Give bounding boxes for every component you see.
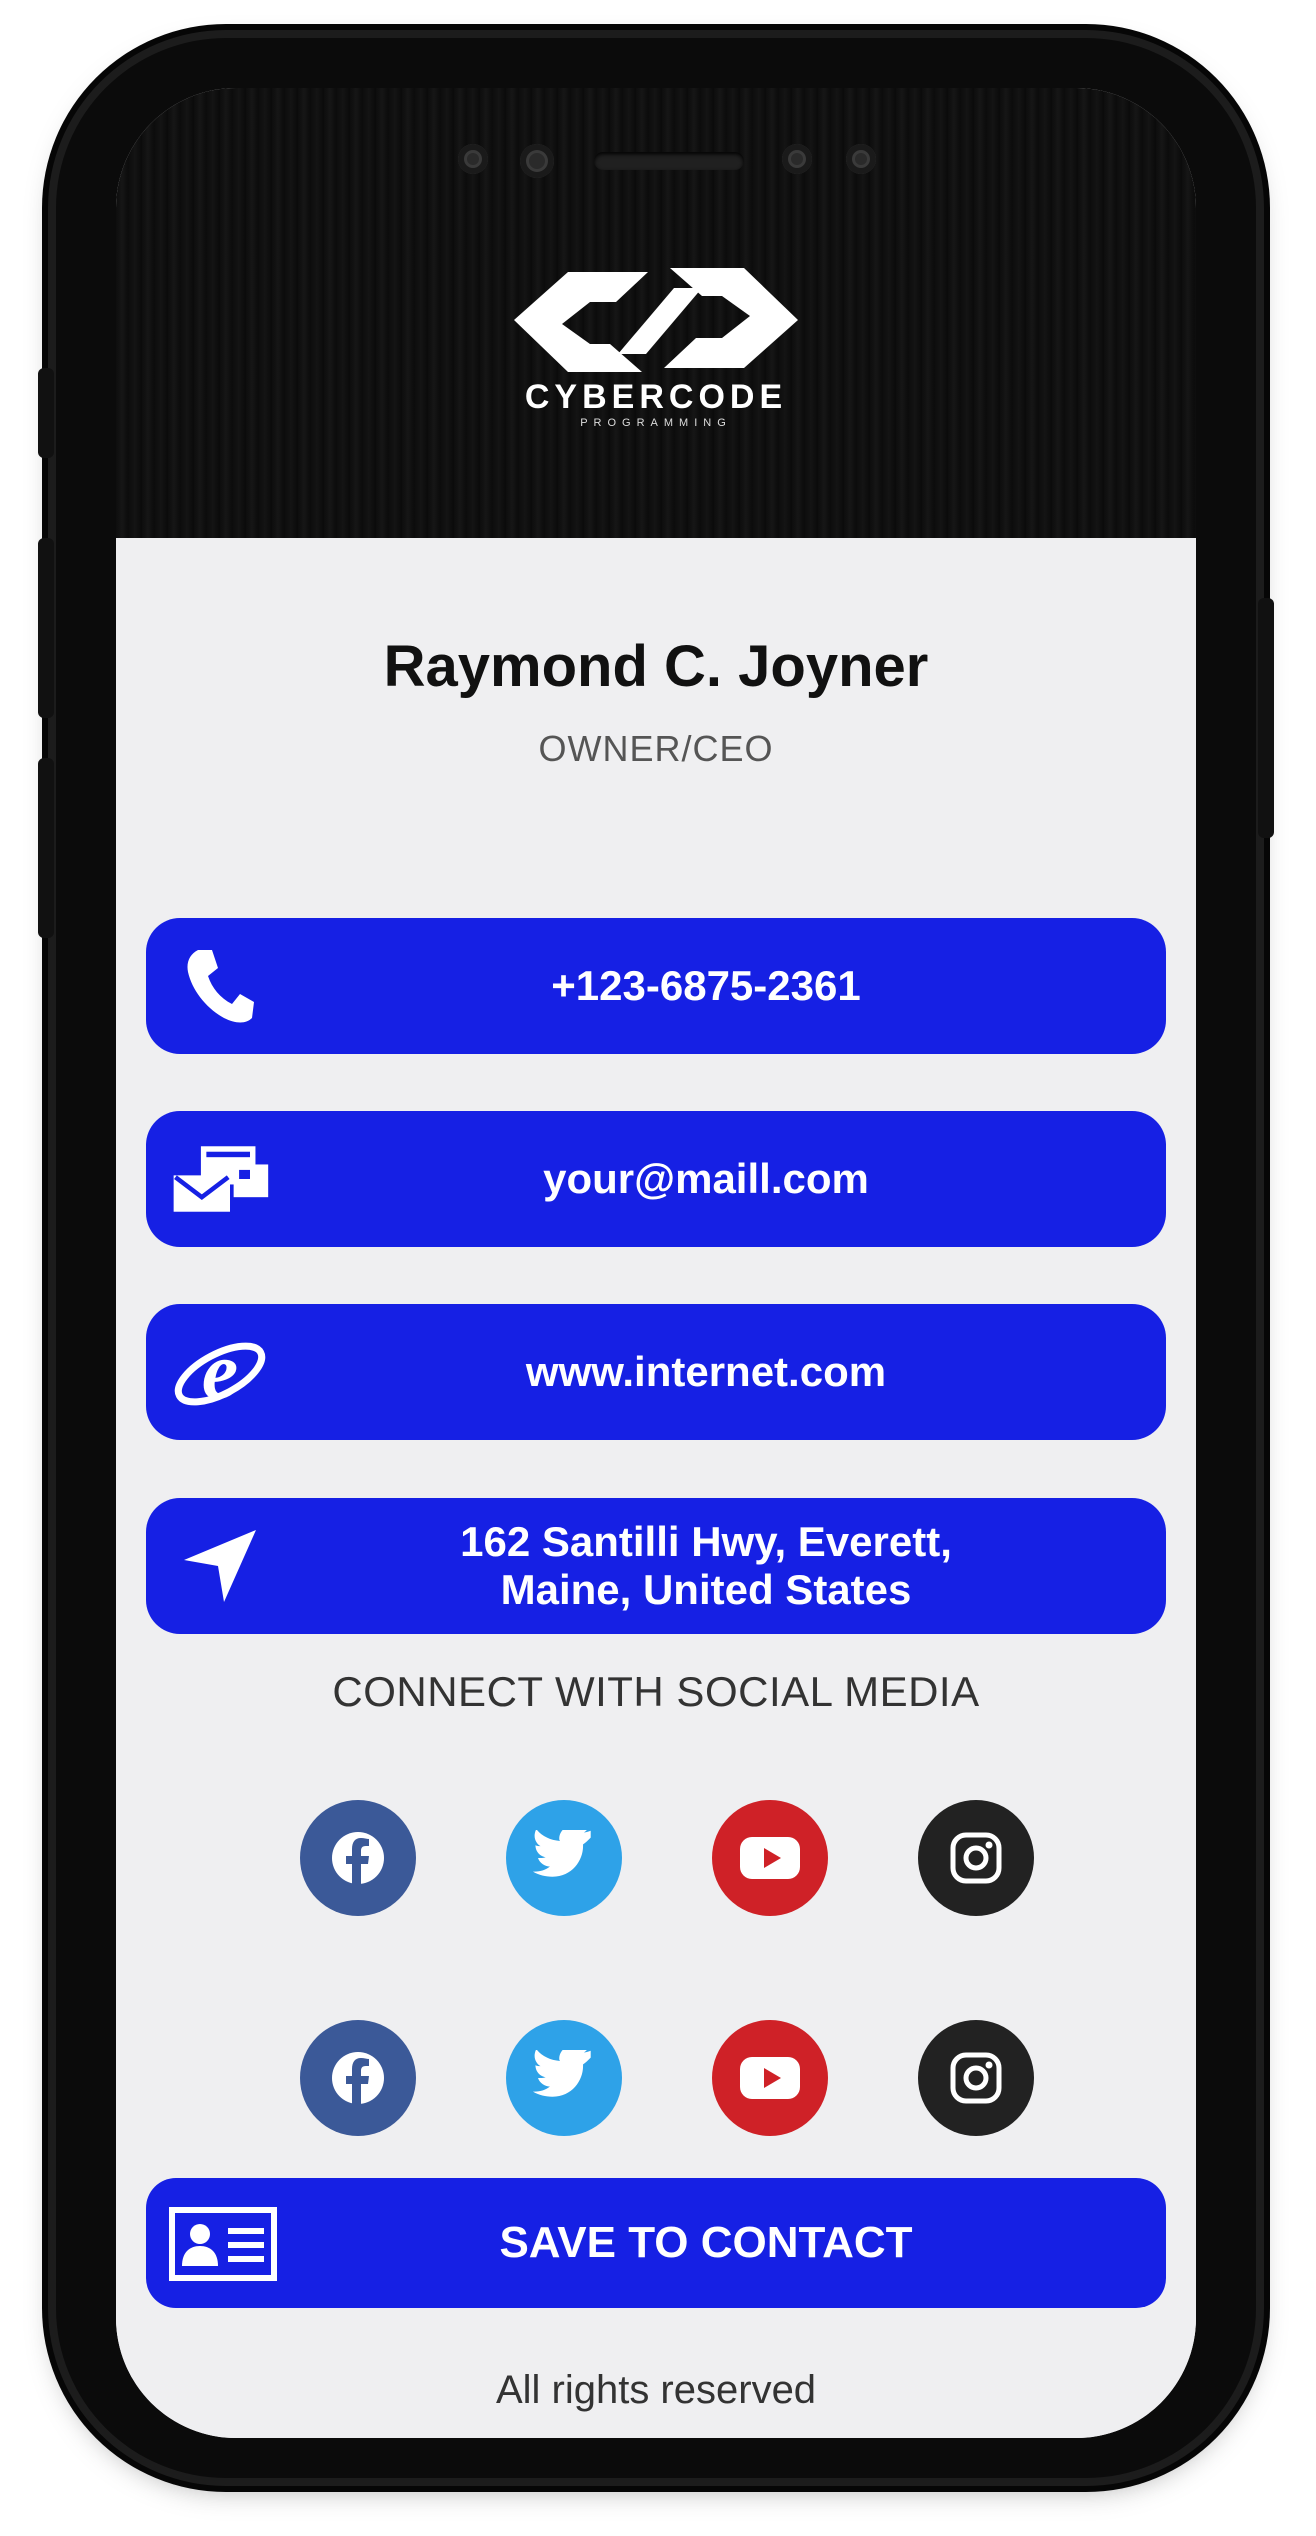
twitter-link[interactable] xyxy=(506,1800,622,1916)
youtube-icon xyxy=(740,1837,800,1879)
instagram-link[interactable] xyxy=(918,1800,1034,1916)
code-logo-icon xyxy=(514,268,798,372)
internet-explorer-icon: e xyxy=(170,1328,270,1416)
brand-tagline: PROGRAMMING xyxy=(580,417,732,429)
address-text: 162 Santilli Hwy, Everett, Maine, United… xyxy=(276,1498,1136,1634)
sensor-bar xyxy=(116,144,1196,184)
social-heading: CONNECT WITH SOCIAL MEDIA xyxy=(332,1668,980,1715)
save-to-contact-button[interactable]: SAVE TO CONTACT xyxy=(146,2178,1166,2308)
facebook-icon xyxy=(332,2052,384,2104)
profile-name: Raymond C. Joyner xyxy=(383,634,929,699)
proximity-sensor xyxy=(846,144,876,174)
website-url: www.internet.com xyxy=(525,1348,887,1395)
profile-title: OWNER/CEO xyxy=(538,728,774,769)
twitter-icon xyxy=(532,2050,591,2097)
contact-card-icon xyxy=(168,2206,278,2282)
address-line-1: 162 Santilli Hwy, Everett, xyxy=(460,1518,952,1565)
location-arrow-icon xyxy=(170,1522,270,1610)
phone-frame: CYBERCODE PROGRAMMING Raymond C. Joyner … xyxy=(38,38,1274,2478)
facebook-icon xyxy=(332,1832,384,1884)
phone-screen: CYBERCODE PROGRAMMING Raymond C. Joyner … xyxy=(116,88,1196,2438)
phone-number: +123-6875-2361 xyxy=(551,962,861,1009)
address-button[interactable]: 162 Santilli Hwy, Everett, Maine, United… xyxy=(146,1498,1166,1634)
twitter-link[interactable] xyxy=(506,2020,622,2136)
power-button xyxy=(1258,598,1274,838)
phone-icon xyxy=(170,942,270,1030)
email-button[interactable]: your@maill.com xyxy=(146,1111,1166,1247)
earpiece-speaker xyxy=(594,152,744,170)
youtube-link[interactable] xyxy=(712,2020,828,2136)
youtube-link[interactable] xyxy=(712,1800,828,1916)
brand-logo: CYBERCODE PROGRAMMING xyxy=(506,268,806,429)
front-camera xyxy=(520,144,554,178)
website-button[interactable]: e www.internet.com xyxy=(146,1304,1166,1440)
instagram-icon xyxy=(950,2052,1002,2104)
address-line-2: Maine, United States xyxy=(500,1566,912,1613)
mute-switch xyxy=(38,368,54,458)
header-banner: CYBERCODE PROGRAMMING xyxy=(116,88,1196,538)
facebook-link[interactable] xyxy=(300,2020,416,2136)
brand-name: CYBERCODE xyxy=(524,378,788,416)
youtube-icon xyxy=(740,2057,800,2099)
volume-up-button xyxy=(38,538,54,718)
phone-button[interactable]: +123-6875-2361 xyxy=(146,918,1166,1054)
svg-text:e: e xyxy=(202,1330,238,1414)
facebook-link[interactable] xyxy=(300,1800,416,1916)
footer-text: All rights reserved xyxy=(495,2368,817,2412)
card-content: Raymond C. Joyner OWNER/CEO +123-6875-23… xyxy=(116,538,1196,2438)
volume-down-button xyxy=(38,758,54,938)
twitter-icon xyxy=(532,1830,591,1877)
instagram-link[interactable] xyxy=(918,2020,1034,2136)
sensor-dot xyxy=(458,144,488,174)
save-to-contact-label: SAVE TO CONTACT xyxy=(499,2218,913,2267)
instagram-icon xyxy=(950,1832,1002,1884)
email-address: your@maill.com xyxy=(543,1155,869,1202)
sensor-dot xyxy=(782,144,812,174)
mail-icon xyxy=(170,1135,270,1223)
